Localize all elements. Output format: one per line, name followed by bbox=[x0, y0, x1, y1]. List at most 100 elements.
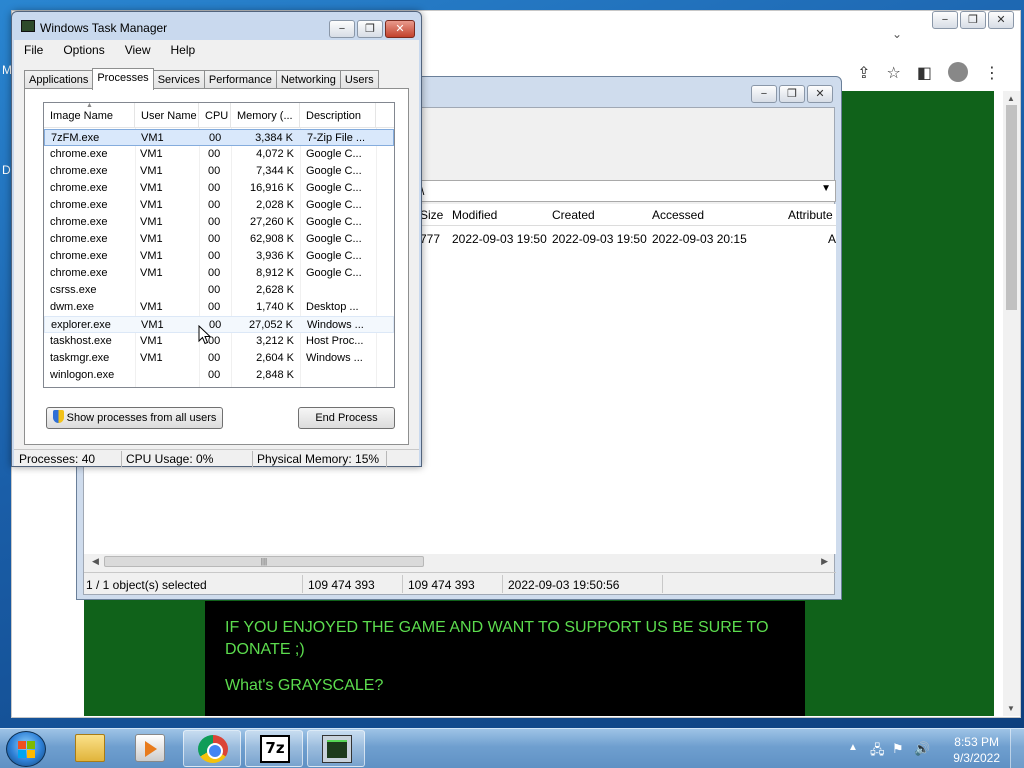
column-header-accessed[interactable]: Accessed bbox=[652, 208, 704, 222]
desktop-icon-label[interactable]: D bbox=[2, 163, 11, 177]
system-tray: ▲ 🖧 ⚑ 🔊 8:53 PM 9/3/2022 bbox=[834, 729, 1024, 768]
table-row[interactable]: dwm.exe VM1 00 1,740 K Desktop ... bbox=[44, 299, 394, 316]
tab-performance[interactable]: Performance bbox=[203, 70, 277, 89]
scroll-up-arrow-icon[interactable]: ▲ bbox=[1007, 94, 1015, 103]
end-process-button[interactable]: End Process bbox=[298, 407, 395, 429]
volume-icon[interactable]: 🔊 bbox=[914, 741, 930, 757]
taskbar-item-explorer[interactable] bbox=[61, 730, 119, 767]
7zip-maximize-button[interactable]: ❐ bbox=[779, 85, 805, 103]
grayscale-link[interactable]: What's GRAYSCALE? bbox=[225, 675, 785, 697]
process-cpu: 00 bbox=[208, 216, 221, 228]
task-manager-titlebar[interactable]: Windows Task Manager − ❐ ✕ bbox=[12, 12, 421, 40]
column-header-modified[interactable]: Modified bbox=[452, 208, 497, 222]
table-row[interactable]: taskmgr.exe VM1 00 2,604 K Windows ... bbox=[44, 350, 394, 367]
column-header-cpu[interactable]: CPU bbox=[199, 103, 231, 128]
table-row[interactable]: chrome.exe VM1 00 16,916 K Google C... bbox=[44, 180, 394, 197]
bookmark-star-icon[interactable]: ☆ bbox=[887, 63, 901, 83]
column-header-size[interactable]: Size bbox=[420, 208, 443, 222]
table-row[interactable]: winlogon.exe 00 2,848 K bbox=[44, 367, 394, 384]
menu-view[interactable]: View bbox=[115, 40, 161, 60]
chrome-window-controls: − ❐ ✕ bbox=[930, 11, 1014, 29]
tab-strip: Applications Processes Services Performa… bbox=[24, 68, 379, 90]
share-icon[interactable]: ⇪ bbox=[857, 63, 870, 83]
status-date: 2022-09-03 19:50:56 bbox=[508, 578, 620, 592]
start-button[interactable] bbox=[6, 731, 46, 767]
table-row[interactable]: csrss.exe 00 2,628 K bbox=[44, 282, 394, 299]
process-user-name: VM1 bbox=[140, 182, 163, 194]
tab-users[interactable]: Users bbox=[339, 70, 379, 89]
chrome-menu-icon[interactable]: ⋮ bbox=[984, 63, 1000, 83]
table-row[interactable]: chrome.exe VM1 00 8,912 K Google C... bbox=[44, 265, 394, 282]
process-description: Windows ... bbox=[306, 352, 363, 364]
column-header-memory[interactable]: Memory (... bbox=[231, 103, 300, 128]
page-vertical-scrollbar[interactable]: ▲ ▼ bbox=[1003, 91, 1020, 716]
process-user-name: VM1 bbox=[140, 165, 163, 177]
page-scroll-thumb[interactable] bbox=[1006, 105, 1017, 310]
maximize-button[interactable]: ❐ bbox=[357, 20, 383, 38]
tab-processes[interactable]: Processes bbox=[92, 68, 154, 90]
taskbar-item-7zip[interactable]: 7z bbox=[245, 730, 303, 767]
scroll-left-arrow-icon[interactable]: ◀ bbox=[92, 556, 99, 567]
file-modified: 2022-09-03 19:50 bbox=[452, 232, 547, 246]
tab-applications[interactable]: Applications bbox=[24, 70, 94, 89]
column-header-created[interactable]: Created bbox=[552, 208, 595, 222]
process-cpu: 00 bbox=[208, 199, 221, 211]
taskbar-item-task-manager[interactable] bbox=[307, 730, 365, 767]
column-header-attributes[interactable]: Attribute bbox=[788, 208, 833, 222]
process-image-name: chrome.exe bbox=[50, 182, 108, 194]
desktop[interactable]: M D − ❐ ✕ ⌄ ⇪ ☆ ◧ ⋮ IF YOU ENJOYED THE G… bbox=[0, 0, 1024, 728]
status-size: 109 474 393 bbox=[308, 578, 375, 592]
scroll-down-arrow-icon[interactable]: ▼ bbox=[1007, 704, 1015, 713]
7zip-horizontal-scrollbar[interactable]: ◀ ||| ▶ bbox=[88, 554, 832, 570]
process-user-name: VM1 bbox=[141, 132, 164, 144]
action-center-flag-icon[interactable]: ⚑ bbox=[892, 741, 908, 757]
table-row[interactable]: chrome.exe VM1 00 27,260 K Google C... bbox=[44, 214, 394, 231]
window-title: Windows Task Manager bbox=[40, 21, 168, 35]
table-row[interactable]: 7zFM.exe VM1 00 3,384 K 7-Zip File ... bbox=[44, 129, 394, 146]
chrome-minimize-button[interactable]: − bbox=[932, 11, 958, 29]
show-hidden-icons-arrow-icon[interactable]: ▲ bbox=[848, 742, 858, 753]
table-row[interactable]: explorer.exe VM1 00 27,052 K Windows ... bbox=[44, 316, 394, 333]
process-description: Google C... bbox=[306, 233, 362, 245]
process-memory: 2,604 K bbox=[256, 352, 294, 364]
processes-panel: ▲ Image Name User Name CPU Memory (... D… bbox=[24, 88, 409, 445]
process-image-name: chrome.exe bbox=[50, 250, 108, 262]
menu-help[interactable]: Help bbox=[161, 40, 206, 60]
table-row[interactable]: taskhost.exe VM1 00 3,212 K Host Proc... bbox=[44, 333, 394, 350]
table-row[interactable]: chrome.exe VM1 00 3,936 K Google C... bbox=[44, 248, 394, 265]
chrome-maximize-button[interactable]: ❐ bbox=[960, 11, 986, 29]
show-all-processes-button[interactable]: Show processes from all users bbox=[46, 407, 223, 429]
menu-options[interactable]: Options bbox=[53, 40, 114, 60]
scroll-right-arrow-icon[interactable]: ▶ bbox=[821, 556, 828, 567]
table-row[interactable]: chrome.exe VM1 00 7,344 K Google C... bbox=[44, 163, 394, 180]
close-button[interactable]: ✕ bbox=[385, 20, 415, 38]
table-row[interactable]: chrome.exe VM1 00 4,072 K Google C... bbox=[44, 146, 394, 163]
network-icon[interactable]: 🖧 bbox=[870, 741, 886, 757]
tab-search-chevron-icon[interactable]: ⌄ bbox=[892, 27, 902, 41]
system-clock[interactable]: 8:53 PM 9/3/2022 bbox=[953, 734, 1000, 766]
process-image-name: chrome.exe bbox=[50, 148, 108, 160]
process-description: Windows ... bbox=[307, 319, 364, 331]
column-header-user-name[interactable]: User Name bbox=[135, 103, 199, 128]
profile-avatar-icon[interactable] bbox=[948, 62, 968, 82]
chrome-close-button[interactable]: ✕ bbox=[988, 11, 1014, 29]
7zip-close-button[interactable]: ✕ bbox=[807, 85, 833, 103]
7zip-minimize-button[interactable]: − bbox=[751, 85, 777, 103]
side-panel-icon[interactable]: ◧ bbox=[917, 63, 932, 83]
7zip-scroll-thumb[interactable]: ||| bbox=[104, 556, 424, 567]
chevron-down-icon[interactable]: ▼ bbox=[821, 183, 831, 194]
tab-networking[interactable]: Networking bbox=[275, 70, 341, 89]
table-row[interactable]: chrome.exe VM1 00 62,908 K Google C... bbox=[44, 231, 394, 248]
minimize-button[interactable]: − bbox=[329, 20, 355, 38]
show-desktop-button[interactable] bbox=[1010, 729, 1024, 768]
column-header-image-name[interactable]: Image Name bbox=[44, 103, 135, 128]
tab-services[interactable]: Services bbox=[152, 70, 205, 89]
process-table[interactable]: ▲ Image Name User Name CPU Memory (... D… bbox=[43, 102, 395, 388]
taskbar-item-media-player[interactable] bbox=[121, 730, 179, 767]
table-row[interactable]: chrome.exe VM1 00 2,028 K Google C... bbox=[44, 197, 394, 214]
process-description: Host Proc... bbox=[306, 335, 364, 347]
process-memory: 16,916 K bbox=[249, 182, 294, 194]
taskbar-item-chrome[interactable] bbox=[183, 730, 241, 767]
menu-file[interactable]: File bbox=[14, 40, 53, 60]
column-header-description[interactable]: Description bbox=[300, 103, 376, 128]
